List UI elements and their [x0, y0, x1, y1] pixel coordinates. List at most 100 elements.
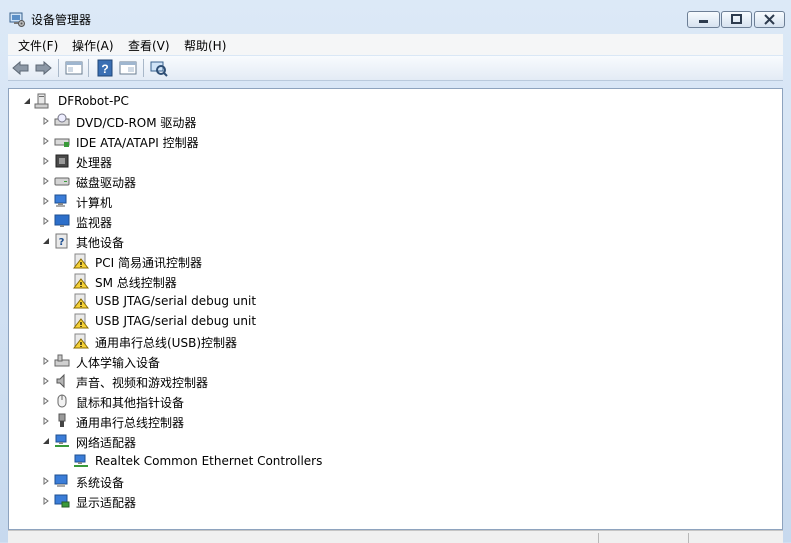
title-bar[interactable]: 设备管理器: [0, 0, 791, 34]
tree-item-label: 计算机: [76, 196, 113, 210]
collapsed-triangle-icon[interactable]: [42, 137, 50, 145]
back-arrow-icon: [12, 60, 29, 76]
forward-button[interactable]: [32, 58, 54, 78]
tree-category-item[interactable]: 计算机: [9, 191, 769, 211]
tree-device-item[interactable]: USB JTAG/serial debug unit: [9, 291, 769, 311]
tree-item-label: IDE ATA/ATAPI 控制器: [76, 136, 199, 150]
tree-item-label: 处理器: [76, 156, 113, 170]
collapsed-triangle-icon[interactable]: [42, 477, 50, 485]
tree-item-label: 系统设备: [76, 476, 125, 490]
warning-device-icon: [73, 273, 89, 289]
collapsed-triangle-icon[interactable]: [42, 197, 50, 205]
tree-category-item[interactable]: 磁盘驱动器: [9, 171, 769, 191]
status-bar: [8, 530, 783, 543]
device-manager-window: 设备管理器 文件(F) 操作(A) 查看(V) 帮助(H) ? DFRobot-…: [0, 0, 791, 543]
help-button[interactable]: ?: [94, 58, 116, 78]
tree-item-label: 磁盘驱动器: [76, 176, 137, 190]
ide-controller-icon: [54, 138, 70, 147]
toolbar-separator: [88, 59, 89, 77]
forward-arrow-icon: [35, 60, 52, 76]
tree-category-item[interactable]: 声音、视频和游戏控制器: [9, 371, 769, 391]
tree-item-label: 监视器: [76, 216, 113, 230]
tree-device-item[interactable]: Realtek Common Ethernet Controllers: [9, 451, 769, 471]
show-hide-console-tree-icon: [65, 61, 83, 75]
collapsed-triangle-icon[interactable]: [42, 177, 50, 185]
svg-text:?: ?: [101, 62, 108, 76]
tree-category-item[interactable]: 人体学输入设备: [9, 351, 769, 371]
collapsed-triangle-icon[interactable]: [42, 417, 50, 425]
tree-item-label: SM 总线控制器: [95, 276, 177, 290]
tree-category-item[interactable]: 网络适配器: [9, 431, 769, 451]
disk-drive-icon: [54, 177, 70, 186]
tree-category-item[interactable]: 处理器: [9, 151, 769, 171]
toolbar-separator: [58, 59, 59, 77]
toolbar-separator: [143, 59, 144, 77]
tree-item-label: DVD/CD-ROM 驱动器: [76, 116, 197, 130]
display-adapter-icon: [54, 494, 70, 508]
tree-root[interactable]: DFRobot-PC: [9, 91, 769, 111]
close-button[interactable]: [754, 11, 785, 28]
collapsed-triangle-icon[interactable]: [42, 357, 50, 365]
svg-text:?: ?: [59, 237, 65, 248]
menu-file[interactable]: 文件(F): [18, 37, 58, 54]
collapsed-triangle-icon[interactable]: [42, 377, 50, 385]
menu-help[interactable]: 帮助(H): [184, 37, 226, 54]
tree-item-label: Realtek Common Ethernet Controllers: [95, 454, 323, 468]
tree-item-label: 通用串行总线(USB)控制器: [95, 336, 237, 350]
properties-icon: [119, 61, 137, 75]
tree-category-item[interactable]: ? 其他设备: [9, 231, 769, 251]
network-adapter-icon: [74, 454, 88, 467]
collapsed-triangle-icon[interactable]: [42, 217, 50, 225]
expanded-triangle-icon[interactable]: [42, 237, 50, 245]
collapsed-triangle-icon[interactable]: [42, 497, 50, 505]
dvd-drive-icon: [54, 113, 70, 126]
mouse-icon: [57, 394, 67, 408]
restore-button[interactable]: [721, 11, 752, 28]
tree-device-item[interactable]: USB JTAG/serial debug unit: [9, 311, 769, 331]
show-hide-console-tree-button[interactable]: [63, 58, 85, 78]
tree-category-item[interactable]: 显示适配器: [9, 491, 769, 511]
tree-category-item[interactable]: 通用串行总线控制器: [9, 411, 769, 431]
tree-device-item[interactable]: SM 总线控制器: [9, 271, 769, 291]
window-title: 设备管理器: [31, 13, 92, 27]
device-tree[interactable]: DFRobot-PC DVD/CD-ROM 驱动器 IDE ATA/ATAPI 控…: [8, 88, 783, 530]
tree-item-label: 网络适配器: [76, 436, 137, 450]
close-icon: [764, 14, 775, 25]
usb-plug-icon: [58, 413, 66, 427]
tree-category-item[interactable]: 鼠标和其他指针设备: [9, 391, 769, 411]
back-button[interactable]: [10, 58, 32, 78]
device-manager-icon: [9, 11, 25, 27]
restore-icon: [731, 14, 742, 24]
collapsed-triangle-icon[interactable]: [42, 117, 50, 125]
scan-hardware-button[interactable]: [148, 58, 170, 78]
menu-bar: 文件(F) 操作(A) 查看(V) 帮助(H): [8, 34, 783, 55]
tree-device-item[interactable]: PCI 简易通讯控制器: [9, 251, 769, 271]
collapsed-triangle-icon[interactable]: [42, 157, 50, 165]
tree-item-label: USB JTAG/serial debug unit: [95, 294, 257, 308]
tree-item-label: 其他设备: [76, 236, 125, 250]
collapsed-triangle-icon[interactable]: [42, 397, 50, 405]
tree-category-item[interactable]: IDE ATA/ATAPI 控制器: [9, 131, 769, 151]
tree-item-label: 鼠标和其他指针设备: [76, 396, 185, 410]
tree-category-item[interactable]: DVD/CD-ROM 驱动器: [9, 111, 769, 131]
menu-view[interactable]: 查看(V): [128, 37, 170, 54]
system-device-icon: [54, 474, 68, 487]
minimize-button[interactable]: [687, 11, 720, 28]
warning-device-icon: [73, 293, 89, 309]
menu-action[interactable]: 操作(A): [72, 37, 114, 54]
computer-icon: [34, 93, 49, 109]
network-adapter-icon: [55, 434, 69, 447]
hid-icon: [54, 354, 70, 367]
tree-device-item[interactable]: 通用串行总线(USB)控制器: [9, 331, 769, 351]
expanded-triangle-icon[interactable]: [42, 437, 50, 445]
warning-device-icon: [73, 333, 89, 349]
computer-icon: [54, 194, 67, 207]
tree-category-item[interactable]: 系统设备: [9, 471, 769, 491]
tree-root-label: DFRobot-PC: [58, 94, 129, 108]
expanded-triangle-icon[interactable]: [23, 97, 31, 105]
tree-category-item[interactable]: 监视器: [9, 211, 769, 231]
properties-button[interactable]: [117, 58, 139, 78]
unknown-device-icon: ?: [55, 233, 68, 249]
tree-item-label: 人体学输入设备: [76, 356, 161, 370]
warning-device-icon: [73, 313, 89, 329]
